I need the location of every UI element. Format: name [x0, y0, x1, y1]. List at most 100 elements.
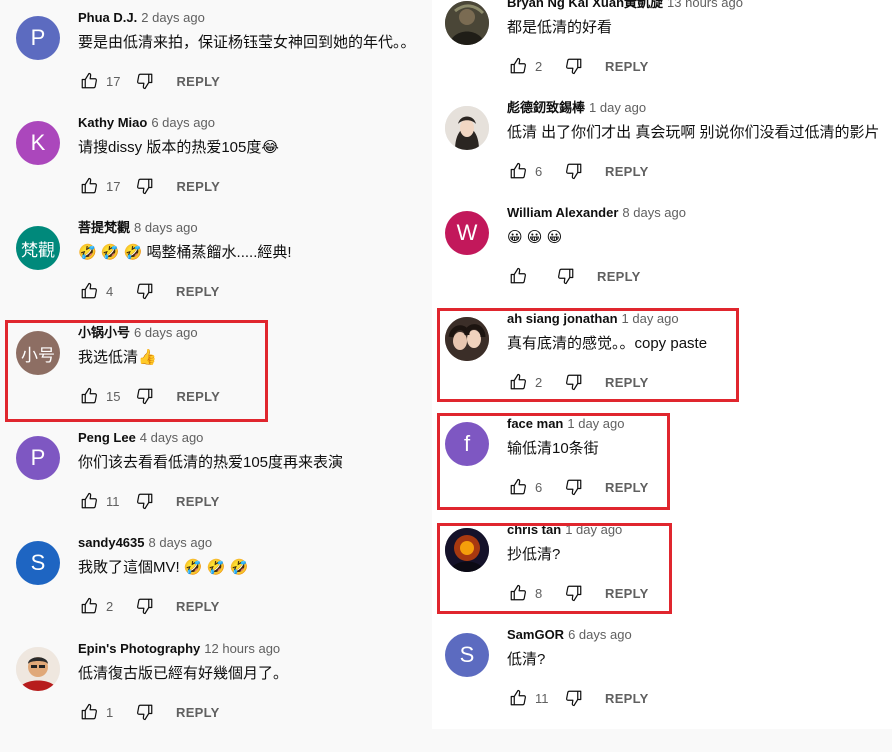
comment-timestamp[interactable]: 2 days ago — [141, 10, 205, 25]
reply-button[interactable]: REPLY — [176, 74, 220, 89]
like-button[interactable] — [78, 595, 100, 617]
reply-button[interactable]: REPLY — [176, 179, 220, 194]
comment-text: 要是由低清来拍，保证杨钰莹女神回到她的年代。。 — [78, 34, 416, 51]
like-count: 17 — [106, 73, 121, 89]
comment-timestamp[interactable]: 6 days ago — [151, 115, 215, 130]
thumb-down-icon — [137, 598, 153, 615]
like-button[interactable] — [78, 70, 100, 92]
dislike-button[interactable] — [134, 175, 156, 197]
dislike-button[interactable] — [134, 490, 156, 512]
avatar[interactable]: W — [445, 211, 489, 255]
comment-timestamp[interactable]: 1 day ago — [589, 100, 646, 115]
avatar[interactable]: P — [16, 16, 60, 60]
reply-button[interactable]: REPLY — [597, 269, 641, 284]
like-button[interactable] — [78, 701, 100, 723]
like-button[interactable] — [507, 55, 529, 77]
comment-author[interactable]: 彪德釰致錫棒 — [507, 100, 585, 115]
like-count: 2 — [535, 58, 543, 74]
avatar[interactable]: K — [16, 121, 60, 165]
avatar[interactable]: S — [445, 633, 489, 677]
avatar[interactable]: 梵觀 — [16, 226, 60, 270]
like-button[interactable] — [507, 265, 529, 287]
comment: P Peng Lee 4 days ago 你们该去看看低清的热爱105度再来表演… — [0, 430, 432, 541]
dislike-button[interactable] — [563, 55, 585, 77]
comment-author[interactable]: Kathy Miao — [78, 115, 147, 130]
thumb-down-icon — [137, 704, 153, 721]
comment-timestamp[interactable]: 13 hours ago — [667, 0, 743, 10]
comment-text: 😀 😀 😀 — [507, 229, 563, 246]
comment-actions: 17 REPLY — [78, 174, 220, 198]
like-count: 17 — [106, 178, 121, 194]
comment: 彪德釰致錫棒 1 day ago 低清 出了你们才出 真会玩啊 别说你们没看过低清… — [432, 100, 892, 211]
like-button[interactable] — [507, 160, 529, 182]
dislike-button[interactable] — [134, 701, 156, 723]
right-comment-column: Bryan Ng Kai Xuan黃凱旋 13 hours ago 都是低清的好看… — [432, 0, 892, 729]
dislike-button[interactable] — [563, 160, 585, 182]
comment: S SamGOR 6 days ago 低清? 11 REPLY — [432, 627, 892, 738]
like-button[interactable] — [78, 175, 100, 197]
comment: P Phua D.J. 2 days ago 要是由低清来拍，保证杨钰莹女神回到她… — [0, 10, 432, 121]
highlight-box — [437, 413, 670, 510]
reply-button[interactable]: REPLY — [605, 59, 649, 74]
comment-text: 都是低清的好看 — [507, 19, 613, 36]
dislike-button[interactable] — [134, 280, 156, 302]
avatar[interactable]: S — [16, 541, 60, 585]
thumb-down-icon — [566, 58, 582, 75]
reply-button[interactable]: REPLY — [176, 599, 220, 614]
avatar[interactable] — [445, 1, 489, 45]
comment-author[interactable]: SamGOR — [507, 627, 564, 642]
reply-button[interactable]: REPLY — [176, 494, 220, 509]
profile-photo-icon — [445, 1, 489, 45]
avatar[interactable] — [445, 106, 489, 150]
thumb-down-icon — [137, 73, 153, 90]
comment: Bryan Ng Kai Xuan黃凱旋 13 hours ago 都是低清的好看… — [432, 0, 892, 106]
comment: S sandy4635 8 days ago 我敗了這個MV! 🤣 🤣 🤣 2 R… — [0, 535, 432, 646]
avatar[interactable]: P — [16, 436, 60, 480]
comment-author[interactable]: Epin's Photography — [78, 641, 200, 656]
comment-author[interactable]: William Alexander — [507, 205, 618, 220]
comment-text: 我敗了這個MV! 🤣 🤣 🤣 — [78, 559, 249, 576]
reply-button[interactable]: REPLY — [176, 284, 220, 299]
dislike-button[interactable] — [134, 595, 156, 617]
dislike-button[interactable] — [555, 265, 577, 287]
comment-author[interactable]: Bryan Ng Kai Xuan黃凱旋 — [507, 0, 663, 10]
comment: K Kathy Miao 6 days ago 请搜dissy 版本的热爱105度… — [0, 115, 432, 226]
comment-author[interactable]: Phua D.J. — [78, 10, 137, 25]
comment-actions: 11 REPLY — [507, 686, 649, 710]
comment-author[interactable]: Peng Lee — [78, 430, 136, 445]
comment-text: 请搜dissy 版本的热爱105度😂 — [78, 139, 279, 156]
thumb-up-icon — [81, 282, 97, 299]
thumb-up-icon — [81, 703, 97, 720]
like-count: 1 — [106, 704, 114, 720]
reply-button[interactable]: REPLY — [605, 164, 649, 179]
reply-button[interactable]: REPLY — [605, 691, 649, 706]
comment-actions: 6 REPLY — [507, 159, 649, 183]
comment-author[interactable]: 菩提梵觀 — [78, 220, 130, 235]
comment-actions: 17 REPLY — [78, 69, 220, 93]
profile-photo-icon — [445, 106, 489, 150]
comment-timestamp[interactable]: 8 days ago — [622, 205, 686, 220]
thumb-down-icon — [137, 283, 153, 300]
like-count: 6 — [535, 163, 543, 179]
thumb-up-icon — [81, 492, 97, 509]
like-button[interactable] — [78, 280, 100, 302]
comment-timestamp[interactable]: 12 hours ago — [204, 641, 280, 656]
dislike-button[interactable] — [134, 70, 156, 92]
comment-text: 低清? — [507, 651, 546, 668]
thumb-up-icon — [510, 162, 526, 179]
dislike-button[interactable] — [563, 687, 585, 709]
like-button[interactable] — [507, 687, 529, 709]
avatar[interactable] — [16, 647, 60, 691]
comment-author[interactable]: sandy4635 — [78, 535, 145, 550]
like-button[interactable] — [78, 490, 100, 512]
highlight-box — [437, 523, 672, 614]
comment-timestamp[interactable]: 8 days ago — [134, 220, 198, 235]
comment-text: 🤣 🤣 🤣 喝整桶蒸餾水.....經典! — [78, 244, 292, 261]
comment-timestamp[interactable]: 8 days ago — [149, 535, 213, 550]
thumb-up-icon — [81, 72, 97, 89]
thumb-up-icon — [510, 57, 526, 74]
reply-button[interactable]: REPLY — [176, 705, 220, 720]
comment-timestamp[interactable]: 6 days ago — [568, 627, 632, 642]
comment-timestamp[interactable]: 4 days ago — [140, 430, 204, 445]
thumb-down-icon — [566, 690, 582, 707]
